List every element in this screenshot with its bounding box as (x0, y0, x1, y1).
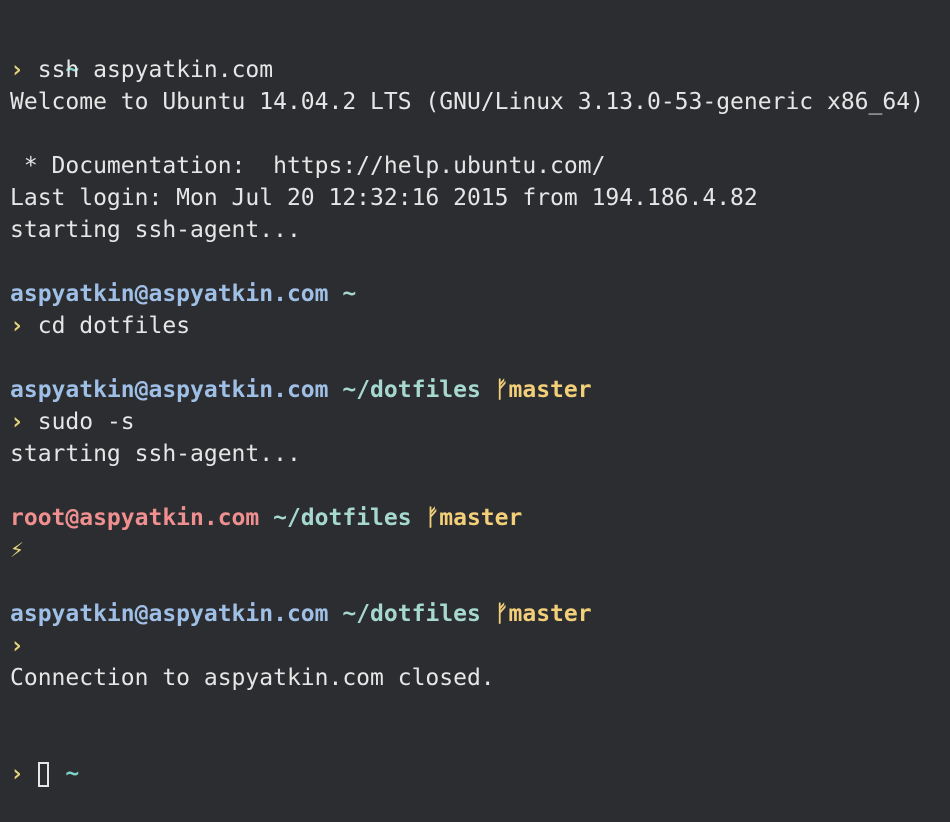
prompt-line: root@aspyatkin.com ~/dotfiles ᚠmaster (10, 502, 950, 534)
command-text: sudo -s (37, 409, 135, 435)
git-branch-icon: ᚠ (425, 505, 440, 531)
terminal-line: › cd dotfiles (10, 310, 950, 342)
git-branch-icon: ᚠ (494, 601, 509, 627)
prompt-path: ~/dotfiles (273, 505, 412, 531)
command-text: ssh aspyatkin.com (37, 57, 274, 83)
terminal-line: › (10, 630, 950, 662)
terminal-line: › sudo -s (10, 406, 950, 438)
terminal-line: starting ssh-agent... (10, 438, 950, 470)
terminal-line: Last login: Mon Jul 20 12:32:16 2015 fro… (10, 182, 950, 214)
input-line[interactable]: › (10, 758, 950, 790)
git-branch-name: master (508, 377, 592, 403)
terminal-line: Connection to aspyatkin.com closed. (10, 662, 950, 694)
output-text: Connection to aspyatkin.com closed. (10, 665, 495, 691)
prompt-path: ~/dotfiles (342, 377, 481, 403)
prompt-caret-icon: › (10, 409, 24, 435)
prompt-caret-icon: › (10, 57, 24, 83)
prompt-path: ~ (342, 281, 357, 307)
terminal-line: * Documentation: https://help.ubuntu.com… (10, 150, 950, 182)
prompt-user-host: aspyatkin@aspyatkin.com (10, 377, 329, 403)
terminal-window[interactable]: ~ › ssh aspyatkin.com Welcome to Ubuntu … (10, 22, 950, 819)
output-text: Welcome to Ubuntu 14.04.2 LTS (GNU/Linux… (10, 89, 924, 115)
output-text: * Documentation: https://help.ubuntu.com… (10, 153, 606, 179)
prompt-user-host: aspyatkin@aspyatkin.com (10, 281, 329, 307)
output-text: starting ssh-agent... (10, 441, 301, 467)
command-text: cd dotfiles (37, 313, 191, 339)
lightning-icon: ⚡ (10, 537, 24, 563)
prompt-user-host: aspyatkin@aspyatkin.com (10, 601, 329, 627)
terminal-line: ~ (10, 726, 950, 787)
terminal-line: › ssh aspyatkin.com (10, 54, 950, 86)
git-branch-icon: ᚠ (494, 377, 509, 403)
terminal-line: Welcome to Ubuntu 14.04.2 LTS (GNU/Linux… (10, 86, 950, 118)
prompt-caret-icon: › (10, 313, 24, 339)
output-text: starting ssh-agent... (10, 217, 301, 243)
output-text: Last login: Mon Jul 20 12:32:16 2015 fro… (10, 185, 758, 211)
prompt-root-host: root@aspyatkin.com (10, 505, 260, 531)
prompt-line: aspyatkin@aspyatkin.com ~ (10, 278, 950, 310)
prompt-caret-icon: › (10, 633, 24, 659)
cursor-block[interactable] (37, 762, 49, 787)
git-branch-name: master (439, 505, 523, 531)
prompt-line: aspyatkin@aspyatkin.com ~/dotfiles ᚠmast… (10, 374, 950, 406)
prompt-caret-icon: › (10, 761, 24, 787)
cwd-tilde: ~ (65, 761, 80, 787)
prompt-path: ~/dotfiles (342, 601, 481, 627)
git-branch-name: master (508, 601, 592, 627)
terminal-line: ⚡ (10, 534, 950, 566)
terminal-line: ~ (10, 22, 950, 83)
prompt-line: aspyatkin@aspyatkin.com ~/dotfiles ᚠmast… (10, 598, 950, 630)
terminal-line: starting ssh-agent... (10, 214, 950, 246)
